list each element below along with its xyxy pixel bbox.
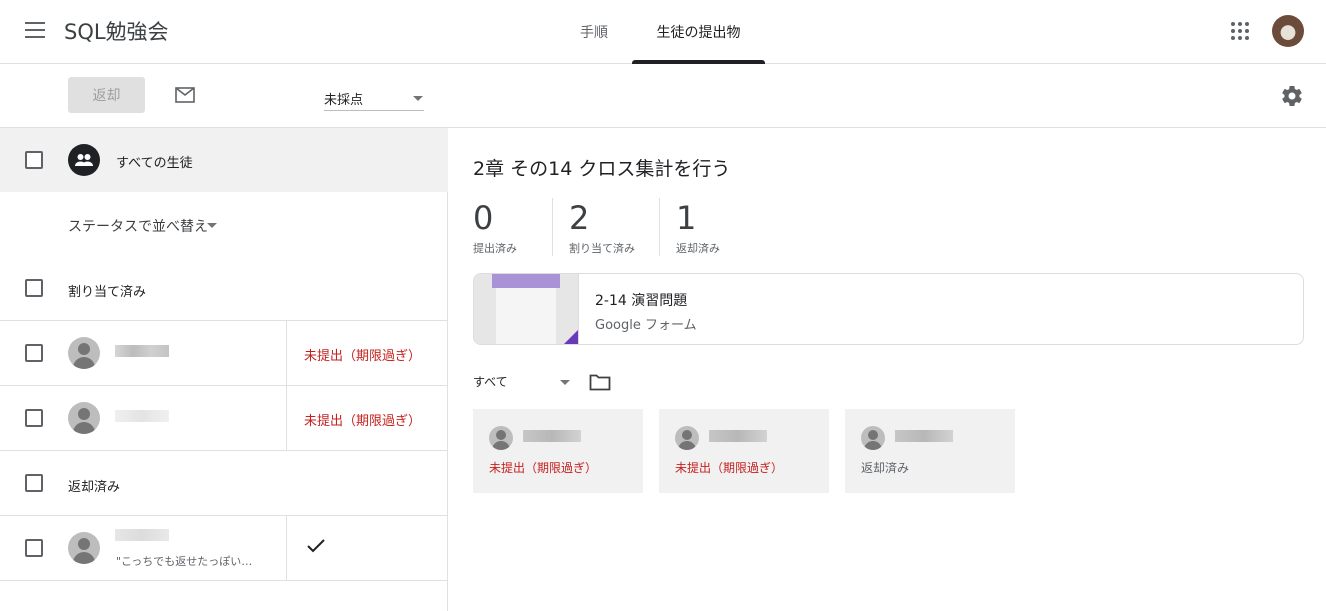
student-name-redacted	[115, 410, 169, 422]
stat-label: 提出済み	[473, 242, 517, 255]
submission-status: 返却済み	[861, 461, 910, 475]
grading-filter-value: 未採点	[324, 93, 364, 108]
grading-filter-select[interactable]: 未採点	[324, 81, 424, 111]
student-name-redacted	[895, 430, 953, 442]
form-header-bar	[492, 274, 560, 288]
stat-turned-in[interactable]: 0 提出済み	[473, 196, 517, 258]
tab-student-work[interactable]: 生徒の提出物	[632, 0, 765, 64]
section-label: 返却済み	[68, 480, 121, 495]
folder-icon[interactable]	[589, 373, 611, 391]
stat-divider	[659, 198, 660, 256]
all-students-row[interactable]: すべての生徒	[0, 128, 448, 192]
chevron-down-icon[interactable]	[207, 223, 217, 228]
attachment-title: 2-14 演習問題	[595, 293, 688, 309]
grading-toolbar: 返却 未採点	[0, 64, 1326, 128]
tab-instructions[interactable]: 手順	[566, 0, 622, 64]
form-page-preview	[496, 288, 556, 344]
google-forms-icon	[562, 330, 578, 344]
submission-status: 未提出（期限過ぎ）	[489, 461, 598, 475]
submission-card[interactable]: 返却済み	[845, 409, 1015, 493]
cell-divider	[286, 321, 287, 385]
people-group-icon	[68, 144, 100, 176]
section-returned: 返却済み	[0, 451, 448, 516]
chevron-down-icon[interactable]	[560, 380, 570, 385]
assignment-title: 2章 その14 クロス集計を行う	[473, 158, 731, 180]
student-name-redacted	[523, 430, 581, 442]
check-icon	[307, 539, 325, 553]
stat-assigned[interactable]: 2 割り当て済み	[569, 196, 635, 258]
submissions-filter-dropdown[interactable]: すべて	[473, 373, 508, 390]
section-returned-checkbox[interactable]	[25, 474, 43, 492]
sort-by-status-dropdown[interactable]: ステータスで並べ替え	[68, 216, 208, 236]
stat-value: 1	[676, 199, 697, 237]
avatar	[68, 337, 100, 369]
student-list-panel: すべての生徒 ステータスで並べ替え 割り当て済み 未提出（期限過ぎ） 未提出（期…	[0, 128, 448, 611]
student-row[interactable]: 未提出（期限過ぎ）	[0, 386, 448, 451]
stat-divider	[552, 198, 553, 256]
class-title[interactable]: SQL勉強会	[64, 16, 169, 46]
assignment-detail-panel: 2章 その14 クロス集計を行う 0 提出済み 2 割り当て済み 1 返却済み …	[449, 128, 1326, 611]
return-button[interactable]: 返却	[68, 77, 145, 113]
all-students-checkbox[interactable]	[25, 151, 43, 169]
stat-label: 割り当て済み	[569, 242, 635, 255]
stat-returned[interactable]: 1 返却済み	[676, 196, 720, 258]
student-name-redacted	[115, 345, 169, 357]
attachment-type: Google フォーム	[595, 318, 697, 333]
student-row[interactable]: "こっちでも返せたっぽい…	[0, 516, 448, 581]
student-name-redacted	[115, 529, 169, 541]
account-avatar[interactable]	[1272, 15, 1304, 47]
private-comment-preview: "こっちでも返せたっぽい…	[116, 555, 253, 568]
stat-label: 返却済み	[676, 242, 720, 255]
avatar	[68, 532, 100, 564]
student-checkbox[interactable]	[25, 344, 43, 362]
chevron-down-icon	[413, 96, 423, 101]
student-checkbox[interactable]	[25, 539, 43, 557]
stat-value: 0	[473, 199, 494, 237]
submission-card[interactable]: 未提出（期限過ぎ）	[473, 409, 643, 493]
section-assigned-checkbox[interactable]	[25, 279, 43, 297]
top-app-bar: SQL勉強会 手順 生徒の提出物	[0, 0, 1326, 64]
gear-icon[interactable]	[1280, 84, 1304, 108]
avatar	[489, 426, 513, 450]
mail-icon[interactable]	[175, 87, 195, 103]
hamburger-menu-icon[interactable]	[25, 22, 45, 38]
student-row[interactable]: 未提出（期限過ぎ）	[0, 321, 448, 386]
avatar	[68, 402, 100, 434]
submission-card[interactable]: 未提出（期限過ぎ）	[659, 409, 829, 493]
all-students-label: すべての生徒	[116, 156, 193, 171]
form-thumbnail	[474, 274, 579, 344]
avatar	[675, 426, 699, 450]
student-name-redacted	[709, 430, 767, 442]
submission-status: 未提出（期限過ぎ）	[675, 461, 784, 475]
stat-value: 2	[569, 199, 590, 237]
attachment-card[interactable]: 2-14 演習問題 Google フォーム	[473, 273, 1304, 345]
cell-divider	[286, 516, 287, 580]
student-status: 未提出（期限過ぎ）	[304, 414, 422, 429]
student-status: 未提出（期限過ぎ）	[304, 349, 422, 364]
section-label: 割り当て済み	[68, 285, 147, 300]
student-checkbox[interactable]	[25, 409, 43, 427]
section-assigned: 割り当て済み	[0, 256, 448, 321]
cell-divider	[286, 386, 287, 450]
avatar	[861, 426, 885, 450]
apps-grid-icon[interactable]	[1231, 22, 1249, 40]
sort-by-status-row: ステータスで並べ替え	[0, 192, 448, 256]
